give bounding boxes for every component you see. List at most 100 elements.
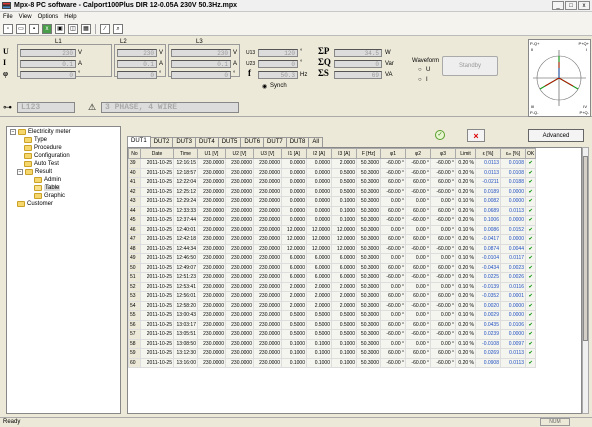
table-row[interactable]: 43 2011-10-25 12:29:24 230.0000 230.0000 230.…: [128, 196, 537, 207]
table-icon[interactable]: ▦: [81, 23, 91, 34]
table-row[interactable]: 45 2011-10-25 12:37:44 230.0000 230.0000 230.…: [128, 215, 537, 226]
vertical-scrollbar[interactable]: [582, 147, 589, 414]
synch-radio-icon[interactable]: ◉: [262, 83, 267, 90]
column-header[interactable]: φ1: [380, 148, 406, 159]
close-button[interactable]: x: [578, 1, 590, 10]
column-header[interactable]: εₘ [%]: [500, 148, 526, 159]
waveform-u-radio-icon[interactable]: ○: [418, 67, 422, 73]
wiring-status: 3 PHASE, 4 WIRE: [101, 102, 239, 113]
frequency-unit: Hz: [300, 72, 308, 78]
tree-item-admin[interactable]: Admin: [34, 177, 61, 183]
table-cell: 55: [128, 310, 141, 321]
maximize-button[interactable]: □: [565, 1, 577, 10]
tab-dut8[interactable]: DUT8: [285, 137, 310, 147]
scrollbar-thumb[interactable]: [583, 156, 588, 341]
table-cell: 12:56:01: [173, 291, 198, 302]
table-cell: 0.00 °: [405, 196, 431, 207]
column-header[interactable]: ε [%]: [475, 148, 501, 159]
filter-icon[interactable]: ⌕: [113, 23, 123, 34]
column-header[interactable]: U3 [V]: [253, 148, 282, 159]
column-header[interactable]: I3 [A]: [331, 148, 357, 159]
table-row[interactable]: 57 2011-10-25 13:05:51 230.0000 230.0000 230.…: [128, 329, 537, 340]
tab-dut5[interactable]: DUT5: [217, 137, 242, 147]
export-icon[interactable]: ▣: [55, 23, 65, 34]
tree-item-electricity-meter[interactable]: − Electricity meter: [10, 129, 71, 135]
column-header[interactable]: Time: [173, 148, 198, 159]
table-row[interactable]: 51 2011-10-25 12:51:23 230.0000 230.0000 230.…: [128, 272, 537, 283]
table-row[interactable]: 50 2011-10-25 12:49:07 230.0000 230.0000 230.…: [128, 262, 537, 273]
standby-button[interactable]: Standby: [442, 56, 498, 76]
table-row[interactable]: 55 2011-10-25 13:00:43 230.0000 230.0000 230.…: [128, 310, 537, 321]
table-row[interactable]: 49 2011-10-25 12:46:50 230.0000 230.0000 230.…: [128, 253, 537, 264]
tab-dut4[interactable]: DUT4: [195, 137, 219, 147]
minimize-button[interactable]: _: [552, 1, 564, 10]
table-row[interactable]: 58 2011-10-25 13:08:50 230.0000 230.0000 230.…: [128, 338, 537, 349]
clear-results-button[interactable]: ×: [467, 129, 485, 142]
table-row[interactable]: 47 2011-10-25 12:42:18 230.0000 230.0000 230.…: [128, 234, 537, 245]
column-header[interactable]: No: [128, 148, 141, 159]
tab-dut6[interactable]: DUT6: [240, 137, 265, 147]
column-header[interactable]: Date: [140, 148, 174, 159]
column-header[interactable]: OK: [524, 148, 537, 159]
print-preview-icon[interactable]: ◫: [68, 23, 78, 34]
table-row[interactable]: 56 2011-10-25 13:03:17 230.0000 230.0000 230.…: [128, 319, 537, 330]
tree-item-procedure[interactable]: Procedure: [24, 145, 62, 151]
advanced-button[interactable]: Advanced: [528, 129, 584, 142]
tree-item-table[interactable]: Table: [34, 185, 61, 191]
open-folder-icon[interactable]: ▭: [16, 23, 26, 34]
table-cell: 50.3000: [356, 158, 381, 169]
table-row[interactable]: 54 2011-10-25 12:58:20 230.0000 230.0000 230.…: [128, 300, 537, 311]
new-file-icon[interactable]: ▫: [3, 23, 13, 34]
table-row[interactable]: 59 2011-10-25 13:12:30 230.0000 230.0000 230.…: [128, 348, 537, 359]
column-header[interactable]: I2 [A]: [306, 148, 332, 159]
excel-export-icon[interactable]: x: [42, 23, 52, 34]
ok-status-icon[interactable]: ✓: [435, 130, 445, 140]
column-header[interactable]: F [Hz]: [356, 148, 381, 159]
tree-item-result[interactable]: − Result: [17, 169, 52, 175]
table-cell: -0.0108: [475, 338, 501, 349]
column-header[interactable]: U2 [V]: [225, 148, 254, 159]
tab-all[interactable]: All: [308, 137, 324, 147]
table-row[interactable]: 39 2011-10-25 12:16:15 230.0000 230.0000 230.…: [128, 158, 537, 169]
collapse-icon[interactable]: −: [17, 169, 23, 175]
tab-dut1[interactable]: DUT1: [127, 136, 151, 147]
save-icon[interactable]: ▪: [29, 23, 39, 34]
table-cell: 60.00 °: [430, 348, 456, 359]
table-cell: -60.00 °: [405, 215, 431, 226]
table-row[interactable]: 52 2011-10-25 12:53:41 230.0000 230.0000 230.…: [128, 281, 537, 292]
table-row[interactable]: 41 2011-10-25 12:22:04 230.0000 230.0000 230.…: [128, 177, 537, 188]
table-row[interactable]: 48 2011-10-25 12:44:34 230.0000 230.0000 230.…: [128, 243, 537, 254]
tree-item-type[interactable]: Type: [24, 137, 47, 143]
table-cell: 230.0000: [225, 348, 254, 359]
column-header[interactable]: φ3: [430, 148, 456, 159]
table-row[interactable]: 53 2011-10-25 12:56:01 230.0000 230.0000 230.…: [128, 291, 537, 302]
column-header[interactable]: φ2: [405, 148, 431, 159]
menu-options[interactable]: Options: [38, 14, 59, 20]
pen-icon[interactable]: ∕: [100, 23, 110, 34]
column-header[interactable]: Limit: [455, 148, 476, 159]
column-header[interactable]: U1 [V]: [197, 148, 226, 159]
table-cell: 13:03:17: [173, 319, 198, 330]
menu-help[interactable]: Help: [64, 14, 76, 20]
menu-file[interactable]: File: [3, 14, 13, 20]
table-cell: 12:44:34: [173, 243, 198, 254]
l3-phase-value: 0: [171, 71, 231, 79]
menu-view[interactable]: View: [19, 14, 32, 20]
table-row[interactable]: 60 2011-10-25 13:16:00 230.0000 230.0000 230.…: [128, 357, 537, 368]
u23-angle-value: 0: [258, 60, 298, 68]
table-cell: 0.0108: [500, 158, 526, 169]
table-row[interactable]: 46 2011-10-25 12:40:01 230.0000 230.0000 230.…: [128, 224, 537, 235]
tab-dut7[interactable]: DUT7: [263, 137, 287, 147]
collapse-icon[interactable]: −: [10, 129, 16, 135]
tab-dut2[interactable]: DUT2: [149, 137, 174, 147]
tab-dut3[interactable]: DUT3: [172, 137, 197, 147]
tree-item-configuration[interactable]: Configuration: [24, 153, 70, 159]
table-row[interactable]: 40 2011-10-25 12:18:57 230.0000 230.0000 230.…: [128, 167, 537, 178]
table-row[interactable]: 42 2011-10-25 12:25:12 230.0000 230.0000 230.…: [128, 186, 537, 197]
tree-item-graphic[interactable]: Graphic: [34, 193, 65, 199]
waveform-i-radio-icon[interactable]: ○: [418, 77, 422, 83]
tree-item-auto-test[interactable]: Auto Test: [24, 161, 59, 167]
column-header[interactable]: I1 [A]: [281, 148, 307, 159]
tree-item-customer[interactable]: Customer: [17, 201, 53, 207]
table-row[interactable]: 44 2011-10-25 12:33:33 230.0000 230.0000 230.…: [128, 205, 537, 216]
